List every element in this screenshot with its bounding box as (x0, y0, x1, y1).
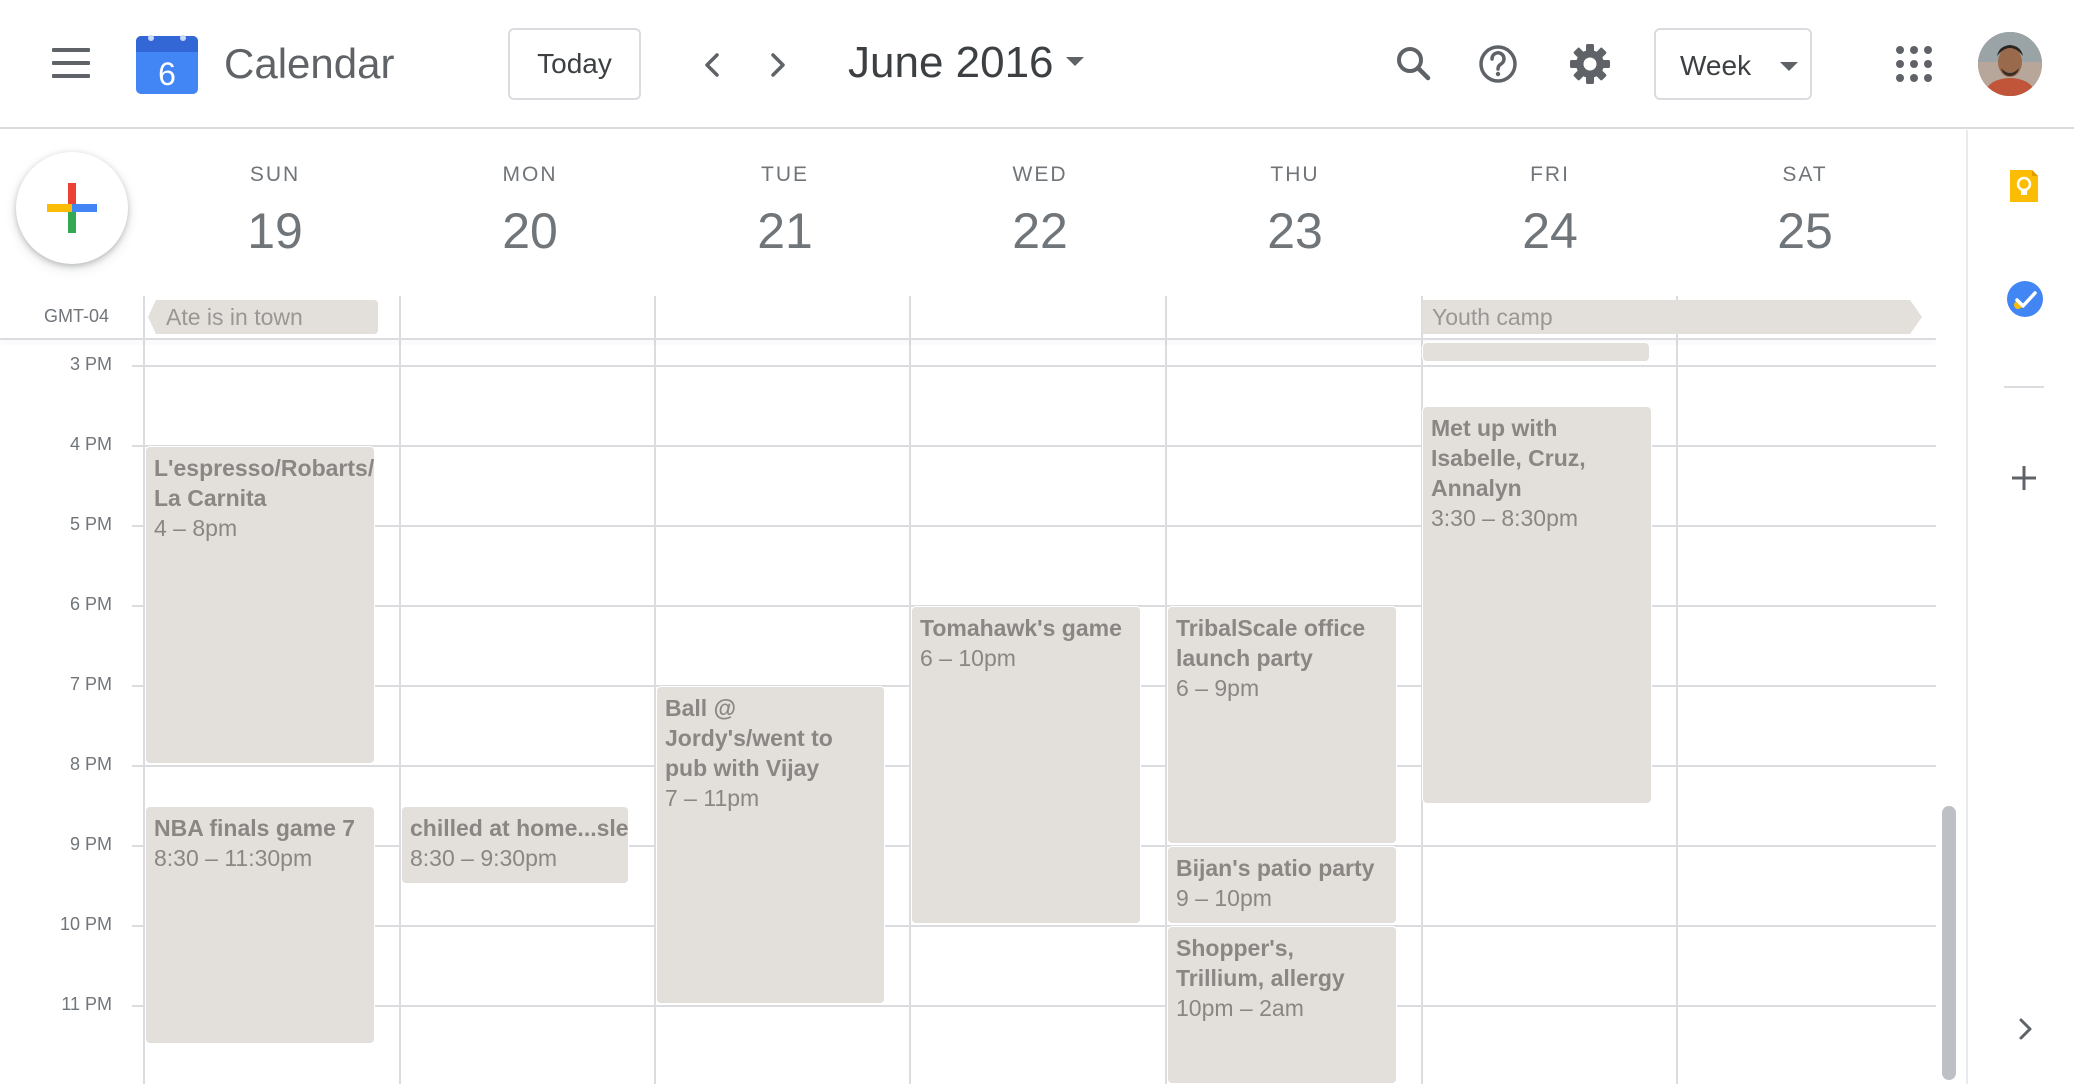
logo-day-number: 6 (158, 56, 176, 92)
event-block[interactable]: NBA finals game 7 8:30 – 11:30pm (145, 806, 375, 1044)
hour-label: 8 PM (69, 754, 112, 774)
add-icon[interactable] (2006, 460, 2042, 496)
settings-icon[interactable] (1564, 38, 1616, 90)
event-title: L'espresso/Robarts/ La Carnita (154, 455, 375, 511)
day-name: FRI (1530, 163, 1570, 186)
account-avatar[interactable] (1978, 32, 2042, 96)
day-header-thu[interactable]: THU 23 (1167, 160, 1423, 266)
event-time: 7 – 11pm (665, 785, 760, 811)
event-title: Shopper's, Trillium, allergy (1176, 935, 1345, 991)
day-header-mon[interactable]: MON 20 (402, 160, 658, 266)
event-time: 9 – 10pm (1176, 885, 1272, 911)
event-title: Met up with Isabelle, Cruz, Annalyn (1431, 415, 1586, 501)
app-header: 6 Calendar Today June 2016 Week (0, 0, 2074, 129)
view-dropdown-icon (1780, 62, 1798, 71)
day-name: SAT (1782, 163, 1828, 186)
help-icon[interactable] (1472, 38, 1524, 90)
hour-line (132, 1005, 1936, 1007)
event-time: 10pm – 2am (1176, 995, 1304, 1021)
event-time: 8:30 – 11:30pm (154, 845, 313, 871)
hour-label: 5 PM (69, 514, 112, 534)
event-title: Ball @ Jordy's/went to pub with Vijay (665, 695, 833, 781)
event-block-partial[interactable] (1422, 342, 1650, 362)
day-number[interactable]: 19 (147, 196, 403, 266)
side-divider (2004, 386, 2044, 388)
event-block[interactable]: L'espresso/Robarts/ La Carnita 4 – 8pm (145, 446, 375, 764)
app-title: Calendar (224, 40, 395, 87)
today-button[interactable]: Today (508, 28, 641, 100)
hour-line (132, 365, 1936, 367)
event-block[interactable]: TribalScale office launch party 6 – 9pm (1167, 606, 1397, 844)
apps-grid-icon[interactable] (1896, 46, 1932, 82)
day-name: THU (1270, 163, 1320, 186)
day-number[interactable]: 25 (1677, 196, 1933, 266)
menu-icon-bar (52, 74, 90, 78)
main-menu-button[interactable] (46, 44, 96, 84)
event-time: 6 – 9pm (1176, 675, 1260, 701)
all-day-event[interactable]: Ate is in town (148, 300, 378, 334)
menu-icon-bar (52, 48, 90, 52)
tasks-icon[interactable] (2006, 280, 2044, 318)
day-number[interactable]: 24 (1422, 196, 1678, 266)
day-number[interactable]: 22 (912, 196, 1168, 266)
event-title: Bijan's patio party (1176, 855, 1375, 881)
hour-label: 3 PM (69, 354, 112, 374)
next-week-icon[interactable] (752, 40, 802, 90)
day-divider (399, 296, 401, 1084)
day-header-fri[interactable]: FRI 24 (1422, 160, 1678, 266)
month-title[interactable]: June 2016 (848, 34, 1054, 92)
event-time: 3:30 – 8:30pm (1431, 505, 1579, 531)
day-number[interactable]: 21 (657, 196, 913, 266)
grid-scrollbar[interactable] (1942, 806, 1956, 1080)
hour-label: 10 PM (59, 914, 112, 934)
event-time: 6 – 10pm (920, 645, 1016, 671)
all-day-event[interactable]: Youth camp (1422, 300, 1922, 334)
hour-line (132, 525, 1936, 527)
day-number[interactable]: 23 (1167, 196, 1423, 266)
month-dropdown-icon[interactable] (1066, 57, 1084, 66)
search-icon[interactable] (1388, 38, 1440, 90)
hour-label: 6 PM (69, 594, 112, 614)
day-number[interactable]: 20 (402, 196, 658, 266)
hour-line (132, 925, 1936, 927)
event-title: Tomahawk's game (920, 615, 1122, 641)
day-header-sat[interactable]: SAT 25 (1677, 160, 1933, 266)
event-block[interactable]: Ball @ Jordy's/went to pub with Vijay 7 … (656, 686, 885, 1004)
hour-line (132, 445, 1936, 447)
day-name: WED (1012, 163, 1068, 186)
day-name: TUE (761, 163, 809, 186)
hour-label: 7 PM (69, 674, 112, 694)
event-block[interactable]: Met up with Isabelle, Cruz, Annalyn 3:30… (1422, 406, 1652, 804)
create-plus-icon (47, 183, 97, 233)
event-time: 4 – 8pm (154, 515, 238, 541)
event-title: TribalScale office launch party (1176, 615, 1366, 671)
event-block[interactable]: Shopper's, Trillium, allergy 10pm – 2am (1167, 926, 1397, 1084)
event-title: NBA finals game 7 (154, 815, 356, 841)
event-block[interactable]: Bijan's patio party 9 – 10pm (1167, 846, 1397, 924)
event-block[interactable]: chilled at home...sle 8:30 – 9:30pm (401, 806, 629, 884)
hour-label: 11 PM (61, 994, 112, 1014)
day-header-sun[interactable]: SUN 19 (147, 160, 403, 266)
event-block[interactable]: Tomahawk's game 6 – 10pm (911, 606, 1141, 924)
all-day-separator (0, 338, 1936, 340)
event-time: 8:30 – 9:30pm (410, 845, 558, 871)
previous-week-icon[interactable] (688, 40, 738, 90)
event-title: chilled at home...sle (410, 815, 629, 841)
day-header-wed[interactable]: WED 22 (912, 160, 1168, 266)
create-event-button[interactable] (16, 152, 128, 264)
day-divider (1676, 296, 1678, 1084)
day-header-tue[interactable]: TUE 21 (657, 160, 913, 266)
day-name: MON (502, 163, 558, 186)
view-selector[interactable]: Week (1654, 28, 1812, 100)
menu-icon-bar (52, 61, 90, 65)
keep-icon[interactable] (2006, 168, 2042, 204)
calendar-logo-icon[interactable]: 6 (134, 30, 200, 96)
side-panel (1966, 130, 2074, 1084)
view-selector-label: Week (1680, 50, 1752, 81)
expand-icon[interactable] (2012, 1016, 2038, 1042)
day-name: SUN (249, 163, 301, 186)
hour-label: 4 PM (69, 434, 112, 454)
hour-label: 9 PM (69, 834, 112, 854)
